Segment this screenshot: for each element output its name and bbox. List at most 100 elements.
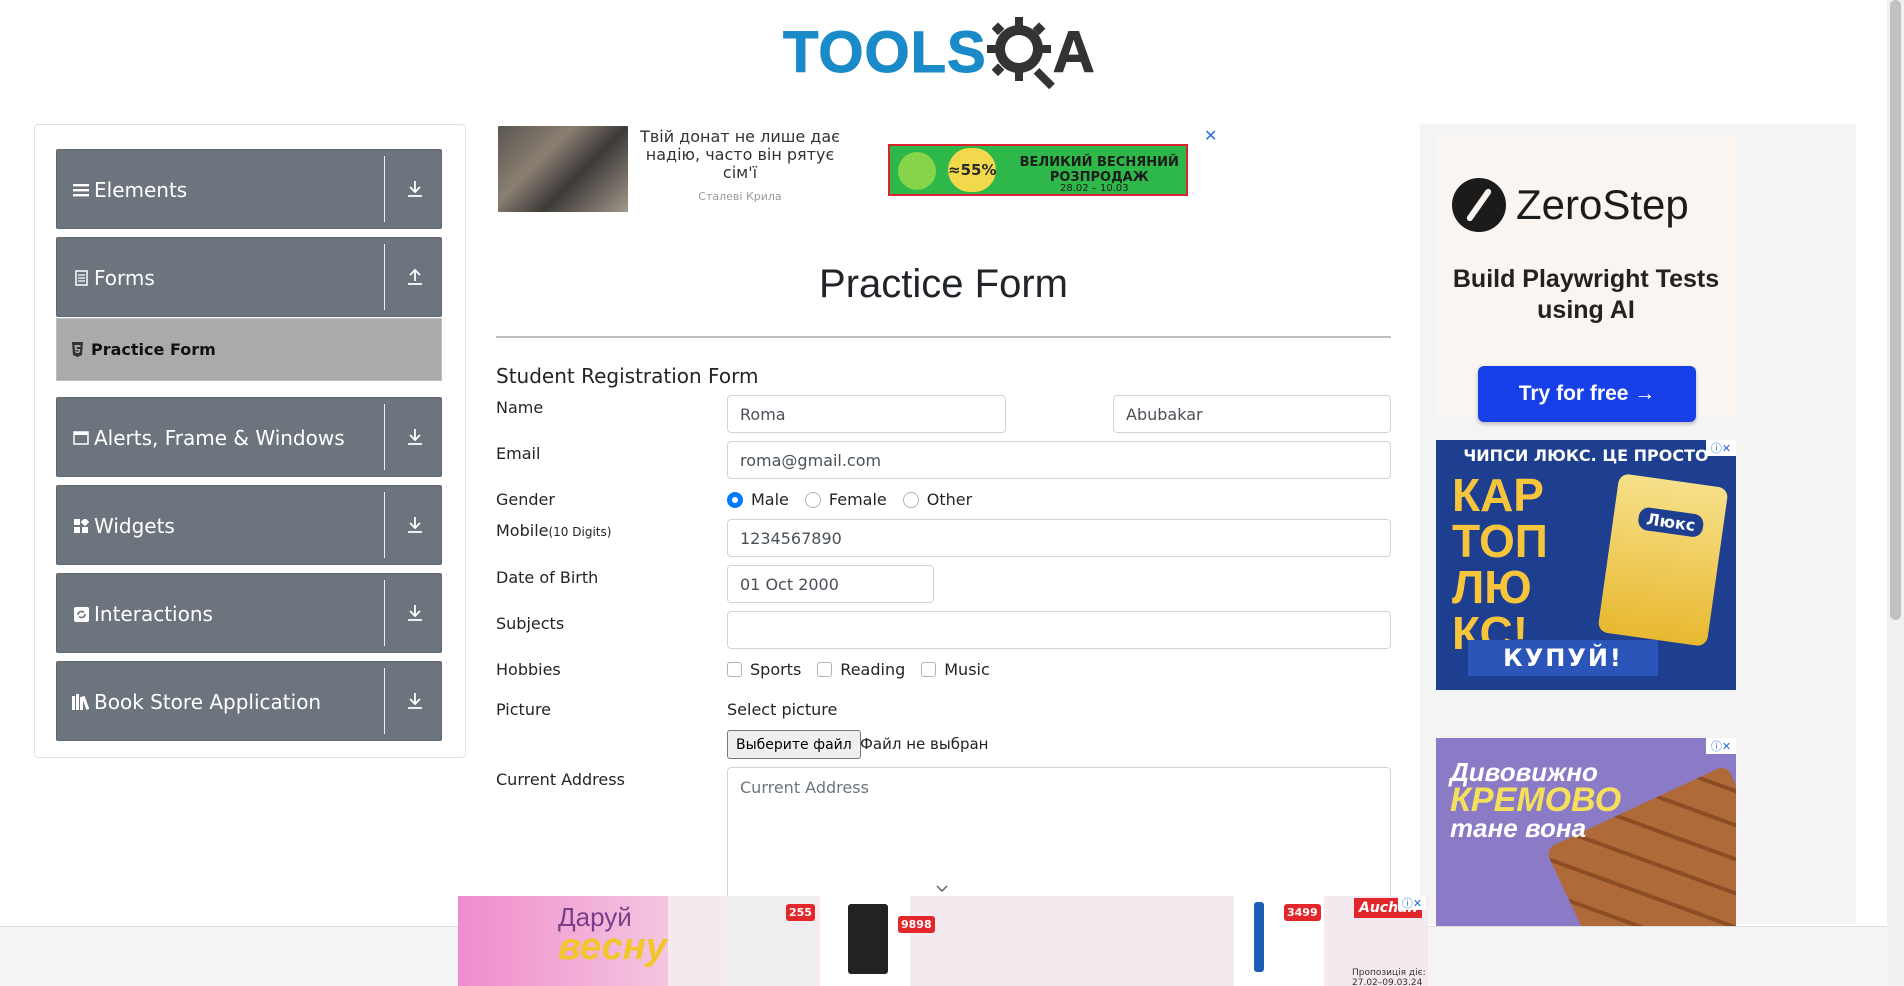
menu-group-label: Alerts, Frame & Windows bbox=[94, 426, 345, 450]
sale-banner[interactable]: ≈55% ВЕЛИКИЙ ВЕСНЯНИЙ РОЗПРОДАЖ 28.02 – … bbox=[888, 144, 1188, 196]
date-of-birth-input[interactable] bbox=[727, 565, 934, 603]
mobile-hint: (10 Digits) bbox=[548, 525, 612, 539]
hobbies-checkbox-group: Sports Reading Music bbox=[727, 660, 1006, 679]
menu-group-widgets[interactable]: Widgets bbox=[56, 485, 442, 565]
radio-button[interactable] bbox=[902, 491, 919, 508]
mobile-input[interactable] bbox=[727, 519, 1391, 557]
hobby-option-reading[interactable]: Reading bbox=[817, 660, 905, 679]
menu-group-book-store-application[interactable]: Book Store Application bbox=[56, 661, 442, 741]
menu-group-label: Book Store Application bbox=[94, 690, 322, 714]
product-image bbox=[820, 896, 910, 986]
picture-label: Picture bbox=[496, 700, 552, 719]
zerostep-ad[interactable]: ZeroStep Build Playwright Tests using AI… bbox=[1436, 136, 1736, 422]
menu-group-label: Widgets bbox=[94, 514, 175, 538]
top-ad[interactable]: Твій донат не лише дає надію, часто він … bbox=[498, 126, 1220, 214]
logo-text: TOOLS bbox=[783, 20, 987, 85]
dob-label: Date of Birth bbox=[496, 568, 599, 587]
menu-group-elements[interactable]: Elements bbox=[56, 149, 442, 229]
menu-group-interactions[interactable]: Interactions bbox=[56, 573, 442, 653]
gender-option-male[interactable]: Male bbox=[727, 490, 789, 509]
close-icon[interactable]: ✕ bbox=[1204, 126, 1217, 145]
scrollbar[interactable] bbox=[1887, 0, 1904, 986]
ad-text: Твій донат не лише дає надію, часто він … bbox=[640, 127, 840, 182]
bottom-ad[interactable]: Даруй весну 255 9898 3499 Auchan Пропози… bbox=[458, 896, 1428, 986]
bottom-ad-text-big: весну bbox=[558, 926, 667, 968]
current-address-textarea[interactable] bbox=[727, 767, 1391, 899]
download-arrow-icon[interactable] bbox=[404, 178, 426, 200]
gender-option-other[interactable]: Other bbox=[902, 490, 973, 509]
page-title: Practice Form bbox=[819, 262, 1068, 306]
form-title: Student Registration Form bbox=[496, 364, 759, 388]
divider bbox=[384, 580, 385, 646]
gender-radio-group: Male Female Other bbox=[727, 490, 988, 509]
select-picture-label: Select picture bbox=[727, 700, 838, 719]
ad-close-icon[interactable]: ⓘ✕ bbox=[1706, 440, 1736, 456]
menu-group-forms[interactable]: Forms bbox=[56, 237, 442, 317]
ad-close-icon[interactable]: ⓘ✕ bbox=[1398, 896, 1426, 910]
email-input[interactable] bbox=[727, 441, 1391, 479]
chevron-down-icon[interactable] bbox=[934, 883, 950, 895]
smiley-icon bbox=[898, 152, 936, 190]
chips-brand: Люкс bbox=[1637, 506, 1705, 539]
grid-icon bbox=[72, 517, 90, 535]
toolsqa-logo[interactable]: TOOLS A bbox=[783, 15, 1108, 91]
banner-date: 28.02 – 10.03 bbox=[1060, 183, 1129, 194]
gender-option-label: Other bbox=[926, 490, 973, 509]
left-menu: Elements Forms Practice Form Alerts, Fra… bbox=[34, 124, 466, 758]
choose-file-button[interactable]: Выберите файл bbox=[727, 730, 861, 759]
chips-ad[interactable]: ЧИПСИ ЛЮКС. ЦЕ ПРОСТО КАР ТОП ЛЮ КС! Люк… bbox=[1436, 440, 1736, 690]
milka-line-2: КРЕМОВО bbox=[1450, 781, 1622, 819]
checkbox[interactable] bbox=[921, 662, 937, 677]
radio-button[interactable] bbox=[727, 491, 743, 508]
mobile-label: Mobile(10 Digits) bbox=[496, 521, 611, 540]
divider bbox=[384, 244, 385, 310]
menu-item-label: Practice Form bbox=[91, 340, 216, 359]
gender-option-female[interactable]: Female bbox=[804, 490, 887, 509]
download-arrow-icon[interactable] bbox=[404, 514, 426, 536]
download-arrow-icon[interactable] bbox=[404, 602, 426, 624]
scrollbar-thumb[interactable] bbox=[1890, 0, 1901, 620]
hobby-option-sports[interactable]: Sports bbox=[727, 660, 801, 679]
chips-ad-slogan: КАР ТОП ЛЮ КС! bbox=[1452, 469, 1548, 659]
gender-option-label: Female bbox=[828, 490, 887, 509]
books-icon bbox=[72, 693, 90, 711]
checkbox[interactable] bbox=[817, 662, 833, 677]
radio-button[interactable] bbox=[804, 491, 821, 508]
menu-item-practice-form[interactable]: Practice Form bbox=[56, 318, 442, 381]
menu-group-label: Interactions bbox=[94, 602, 213, 626]
milka-ad-text: Дивовижно КРЕМОВО тане вона bbox=[1450, 758, 1621, 842]
divider bbox=[384, 156, 385, 222]
milka-ad[interactable]: Дивовижно КРЕМОВО тане вона ⓘ✕ bbox=[1436, 738, 1736, 928]
banner-text: ВЕЛИКИЙ ВЕСНЯНИЙ РОЗПРОДАЖ bbox=[1019, 155, 1179, 185]
right-ad-column: ZeroStep Build Playwright Tests using AI… bbox=[1420, 124, 1856, 928]
checkbox[interactable] bbox=[727, 662, 742, 677]
price-tag: 9898 bbox=[898, 916, 935, 933]
menu-group-alerts-frame-windows[interactable]: Alerts, Frame & Windows bbox=[56, 397, 442, 477]
current-address-label: Current Address bbox=[496, 770, 625, 789]
subjects-input[interactable] bbox=[727, 611, 1391, 649]
first-name-input[interactable] bbox=[727, 395, 1006, 433]
hobby-option-music[interactable]: Music bbox=[921, 660, 990, 679]
upload-arrow-icon[interactable] bbox=[404, 266, 426, 288]
window-icon bbox=[72, 429, 90, 447]
file-status: Файл не выбран bbox=[860, 735, 989, 753]
hamburger-icon bbox=[72, 181, 90, 199]
gender-option-label: Male bbox=[751, 490, 789, 509]
hobby-option-label: Music bbox=[944, 660, 990, 679]
menu-group-label: Elements bbox=[94, 178, 188, 202]
last-name-input[interactable] bbox=[1113, 395, 1391, 433]
divider bbox=[384, 668, 385, 734]
chips-pack-image: Люкс bbox=[1597, 473, 1729, 647]
download-arrow-icon[interactable] bbox=[404, 690, 426, 712]
price-tag: 3499 bbox=[1284, 904, 1321, 921]
zerostep-tagline: Build Playwright Tests using AI bbox=[1452, 265, 1720, 324]
discount-badge: ≈55% bbox=[948, 148, 997, 192]
zerostep-mark-icon bbox=[1452, 178, 1506, 232]
divider bbox=[384, 404, 385, 470]
download-arrow-icon[interactable] bbox=[404, 426, 426, 448]
try-for-free-button[interactable]: Try for free → bbox=[1478, 366, 1696, 422]
ad-source: Сталеві Крила bbox=[698, 190, 782, 203]
ad-close-icon[interactable]: ⓘ✕ bbox=[1706, 738, 1736, 754]
promo-dates: Пропозиція діє: 27.02–09.03.24 bbox=[1352, 968, 1426, 986]
gender-label: Gender bbox=[496, 490, 555, 509]
